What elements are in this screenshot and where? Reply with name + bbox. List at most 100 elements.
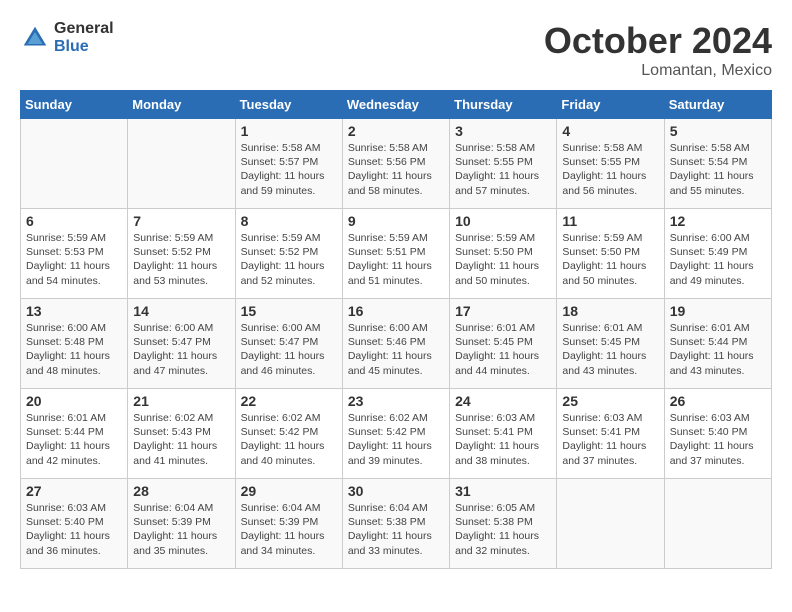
header-row: SundayMondayTuesdayWednesdayThursdayFrid… xyxy=(21,91,772,119)
week-row-3: 13 Sunrise: 6:00 AMSunset: 5:48 PMDayligh… xyxy=(21,299,772,389)
cell-content: Sunrise: 5:59 AMSunset: 5:50 PMDaylight:… xyxy=(455,231,551,288)
calendar-cell: 16 Sunrise: 6:00 AMSunset: 5:46 PMDayligh… xyxy=(342,299,449,389)
logo-general: General xyxy=(54,20,114,38)
calendar-cell: 19Sunrise: 6:01 AMSunset: 5:44 PMDayligh… xyxy=(664,299,771,389)
calendar-cell: 5 Sunrise: 5:58 AMSunset: 5:54 PMDaylight… xyxy=(664,119,771,209)
calendar-cell: 12 Sunrise: 6:00 AMSunset: 5:49 PMDayligh… xyxy=(664,209,771,299)
day-number: 5 xyxy=(670,123,766,139)
calendar-cell: 20 Sunrise: 6:01 AMSunset: 5:44 PMDayligh… xyxy=(21,389,128,479)
calendar-cell: 6 Sunrise: 5:59 AMSunset: 5:53 PMDaylight… xyxy=(21,209,128,299)
cell-content: Sunrise: 6:04 AMSunset: 5:39 PMDaylight:… xyxy=(241,501,337,558)
title-block: October 2024 Lomantan, Mexico xyxy=(544,20,772,80)
calendar-cell: 13 Sunrise: 6:00 AMSunset: 5:48 PMDayligh… xyxy=(21,299,128,389)
cell-content: Sunrise: 6:00 AMSunset: 5:48 PMDaylight:… xyxy=(26,321,122,378)
cell-content: Sunrise: 6:01 AMSunset: 5:44 PMDaylight:… xyxy=(670,321,766,378)
cell-content: Sunrise: 5:58 AMSunset: 5:56 PMDaylight:… xyxy=(348,141,444,198)
day-number: 15 xyxy=(241,303,337,319)
cell-content: Sunrise: 5:59 AMSunset: 5:51 PMDaylight:… xyxy=(348,231,444,288)
calendar-cell: 31Sunrise: 6:05 AMSunset: 5:38 PMDayligh… xyxy=(450,479,557,569)
col-header-monday: Monday xyxy=(128,91,235,119)
cell-content: Sunrise: 5:58 AMSunset: 5:54 PMDaylight:… xyxy=(670,141,766,198)
day-number: 10 xyxy=(455,213,551,229)
cell-content: Sunrise: 5:59 AMSunset: 5:52 PMDaylight:… xyxy=(241,231,337,288)
day-number: 3 xyxy=(455,123,551,139)
calendar-cell xyxy=(557,479,664,569)
cell-content: Sunrise: 6:03 AMSunset: 5:41 PMDaylight:… xyxy=(455,411,551,468)
cell-content: Sunrise: 6:02 AMSunset: 5:42 PMDaylight:… xyxy=(241,411,337,468)
cell-content: Sunrise: 6:03 AMSunset: 5:41 PMDaylight:… xyxy=(562,411,658,468)
calendar-cell: 7 Sunrise: 5:59 AMSunset: 5:52 PMDaylight… xyxy=(128,209,235,299)
day-number: 13 xyxy=(26,303,122,319)
day-number: 16 xyxy=(348,303,444,319)
calendar-cell: 9 Sunrise: 5:59 AMSunset: 5:51 PMDaylight… xyxy=(342,209,449,299)
col-header-tuesday: Tuesday xyxy=(235,91,342,119)
cell-content: Sunrise: 6:04 AMSunset: 5:39 PMDaylight:… xyxy=(133,501,229,558)
cell-content: Sunrise: 6:00 AMSunset: 5:46 PMDaylight:… xyxy=(348,321,444,378)
day-number: 23 xyxy=(348,393,444,409)
week-row-5: 27 Sunrise: 6:03 AMSunset: 5:40 PMDayligh… xyxy=(21,479,772,569)
day-number: 7 xyxy=(133,213,229,229)
logo-icon xyxy=(20,23,50,53)
cell-content: Sunrise: 6:01 AMSunset: 5:44 PMDaylight:… xyxy=(26,411,122,468)
calendar-cell: 25 Sunrise: 6:03 AMSunset: 5:41 PMDayligh… xyxy=(557,389,664,479)
col-header-sunday: Sunday xyxy=(21,91,128,119)
col-header-thursday: Thursday xyxy=(450,91,557,119)
day-number: 22 xyxy=(241,393,337,409)
cell-content: Sunrise: 6:01 AMSunset: 5:45 PMDaylight:… xyxy=(455,321,551,378)
cell-content: Sunrise: 5:59 AMSunset: 5:53 PMDaylight:… xyxy=(26,231,122,288)
col-header-friday: Friday xyxy=(557,91,664,119)
cell-content: Sunrise: 6:02 AMSunset: 5:42 PMDaylight:… xyxy=(348,411,444,468)
cell-content: Sunrise: 6:01 AMSunset: 5:45 PMDaylight:… xyxy=(562,321,658,378)
calendar-cell: 17 Sunrise: 6:01 AMSunset: 5:45 PMDayligh… xyxy=(450,299,557,389)
day-number: 29 xyxy=(241,483,337,499)
month-title: October 2024 xyxy=(544,20,772,62)
day-number: 17 xyxy=(455,303,551,319)
col-header-saturday: Saturday xyxy=(664,91,771,119)
day-number: 2 xyxy=(348,123,444,139)
logo: General Blue xyxy=(20,20,114,55)
day-number: 27 xyxy=(26,483,122,499)
calendar-cell: 26Sunrise: 6:03 AMSunset: 5:40 PMDayligh… xyxy=(664,389,771,479)
cell-content: Sunrise: 6:03 AMSunset: 5:40 PMDaylight:… xyxy=(670,411,766,468)
cell-content: Sunrise: 6:00 AMSunset: 5:47 PMDaylight:… xyxy=(241,321,337,378)
day-number: 6 xyxy=(26,213,122,229)
week-row-1: 1Sunrise: 5:58 AMSunset: 5:57 PMDaylight… xyxy=(21,119,772,209)
day-number: 12 xyxy=(670,213,766,229)
calendar-cell: 11Sunrise: 5:59 AMSunset: 5:50 PMDayligh… xyxy=(557,209,664,299)
calendar-cell: 23 Sunrise: 6:02 AMSunset: 5:42 PMDayligh… xyxy=(342,389,449,479)
cell-content: Sunrise: 5:58 AMSunset: 5:55 PMDaylight:… xyxy=(455,141,551,198)
day-number: 9 xyxy=(348,213,444,229)
logo-blue: Blue xyxy=(54,38,114,56)
cell-content: Sunrise: 6:05 AMSunset: 5:38 PMDaylight:… xyxy=(455,501,551,558)
cell-content: Sunrise: 5:59 AMSunset: 5:52 PMDaylight:… xyxy=(133,231,229,288)
cell-content: Sunrise: 5:58 AMSunset: 5:55 PMDaylight:… xyxy=(562,141,658,198)
calendar-cell: 15 Sunrise: 6:00 AMSunset: 5:47 PMDayligh… xyxy=(235,299,342,389)
cell-content: Sunrise: 6:03 AMSunset: 5:40 PMDaylight:… xyxy=(26,501,122,558)
week-row-2: 6 Sunrise: 5:59 AMSunset: 5:53 PMDaylight… xyxy=(21,209,772,299)
day-number: 8 xyxy=(241,213,337,229)
cell-content: Sunrise: 6:00 AMSunset: 5:47 PMDaylight:… xyxy=(133,321,229,378)
calendar-cell: 24Sunrise: 6:03 AMSunset: 5:41 PMDayligh… xyxy=(450,389,557,479)
calendar-cell: 3 Sunrise: 5:58 AMSunset: 5:55 PMDaylight… xyxy=(450,119,557,209)
calendar-cell: 4Sunrise: 5:58 AMSunset: 5:55 PMDaylight… xyxy=(557,119,664,209)
calendar-cell: 14Sunrise: 6:00 AMSunset: 5:47 PMDayligh… xyxy=(128,299,235,389)
calendar-cell: 18 Sunrise: 6:01 AMSunset: 5:45 PMDayligh… xyxy=(557,299,664,389)
calendar-cell: 28 Sunrise: 6:04 AMSunset: 5:39 PMDayligh… xyxy=(128,479,235,569)
week-row-4: 20 Sunrise: 6:01 AMSunset: 5:44 PMDayligh… xyxy=(21,389,772,479)
day-number: 18 xyxy=(562,303,658,319)
calendar-cell: 27 Sunrise: 6:03 AMSunset: 5:40 PMDayligh… xyxy=(21,479,128,569)
calendar-cell xyxy=(128,119,235,209)
day-number: 20 xyxy=(26,393,122,409)
calendar-table: SundayMondayTuesdayWednesdayThursdayFrid… xyxy=(20,90,772,569)
day-number: 25 xyxy=(562,393,658,409)
day-number: 21 xyxy=(133,393,229,409)
calendar-cell: 10 Sunrise: 5:59 AMSunset: 5:50 PMDayligh… xyxy=(450,209,557,299)
calendar-cell xyxy=(21,119,128,209)
calendar-cell: 21 Sunrise: 6:02 AMSunset: 5:43 PMDayligh… xyxy=(128,389,235,479)
cell-content: Sunrise: 6:02 AMSunset: 5:43 PMDaylight:… xyxy=(133,411,229,468)
cell-content: Sunrise: 5:58 AMSunset: 5:57 PMDaylight:… xyxy=(241,141,337,198)
logo-text: General Blue xyxy=(54,20,114,55)
location: Lomantan, Mexico xyxy=(544,62,772,80)
day-number: 28 xyxy=(133,483,229,499)
cell-content: Sunrise: 6:00 AMSunset: 5:49 PMDaylight:… xyxy=(670,231,766,288)
